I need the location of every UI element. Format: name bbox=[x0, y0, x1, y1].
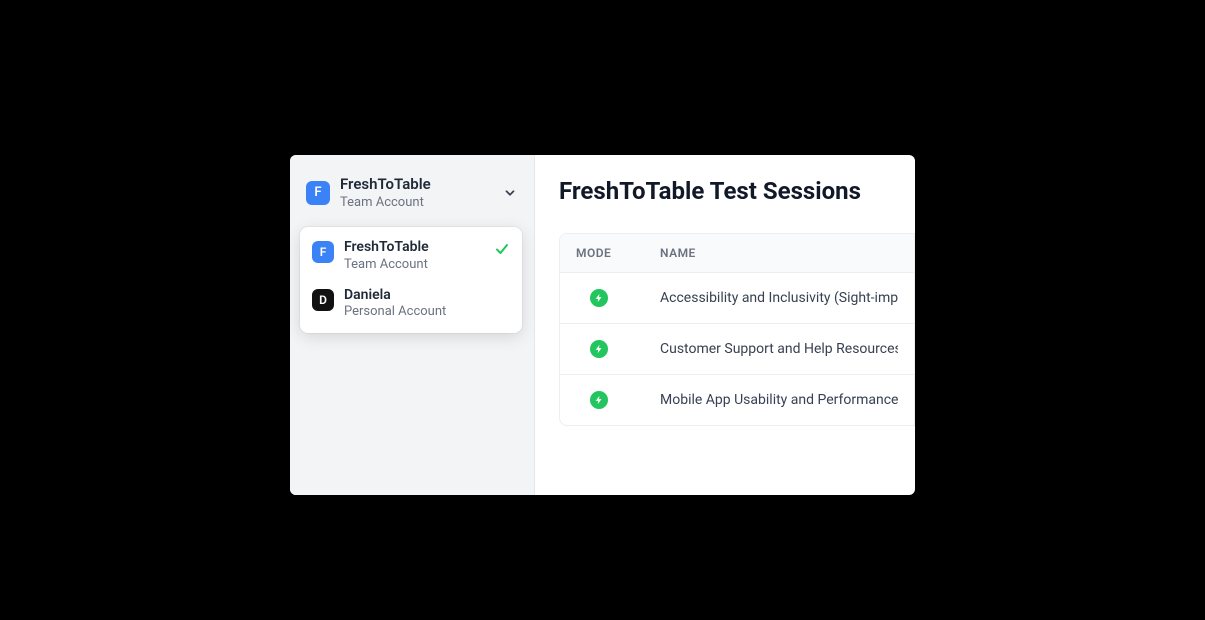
app-window: F FreshToTable Team Account F FreshToTab… bbox=[290, 155, 915, 495]
bolt-icon bbox=[590, 391, 608, 409]
avatar-letter: F bbox=[320, 245, 327, 259]
mode-cell bbox=[576, 340, 660, 358]
account-option-subtitle: Personal Account bbox=[344, 304, 510, 320]
check-icon bbox=[494, 241, 510, 257]
account-option-subtitle: Team Account bbox=[344, 257, 484, 273]
column-header-mode: MODE bbox=[576, 246, 660, 260]
account-dropdown: F FreshToTable Team Account D Daniela Pe… bbox=[300, 227, 522, 333]
account-option-name: FreshToTable bbox=[344, 239, 484, 257]
account-option-avatar: F bbox=[312, 241, 334, 263]
session-name: Accessibility and Inclusivity (Sight-imp… bbox=[660, 290, 898, 306]
main-content: FreshToTable Test Sessions MODE NAME Acc… bbox=[535, 155, 915, 495]
sessions-table: MODE NAME Accessibility and Inclusivity … bbox=[559, 233, 915, 426]
account-avatar: F bbox=[306, 181, 330, 205]
account-name: FreshToTable bbox=[340, 175, 492, 193]
table-row[interactable]: Customer Support and Help Resources bbox=[560, 323, 914, 374]
table-row[interactable]: Mobile App Usability and Performance bbox=[560, 374, 914, 425]
avatar-letter: D bbox=[319, 293, 327, 307]
account-option-text: FreshToTable Team Account bbox=[344, 239, 484, 273]
column-header-name: NAME bbox=[660, 246, 898, 260]
account-subtitle: Team Account bbox=[340, 195, 492, 211]
account-option-freshtotable[interactable]: F FreshToTable Team Account bbox=[306, 233, 516, 279]
chevron-down-icon bbox=[502, 185, 518, 201]
table-row[interactable]: Accessibility and Inclusivity (Sight-imp… bbox=[560, 272, 914, 323]
session-name: Customer Support and Help Resources bbox=[660, 341, 898, 357]
mode-cell bbox=[576, 289, 660, 307]
account-option-text: Daniela Personal Account bbox=[344, 287, 510, 321]
page-title: FreshToTable Test Sessions bbox=[559, 177, 915, 205]
account-option-name: Daniela bbox=[344, 287, 510, 305]
account-text: FreshToTable Team Account bbox=[340, 175, 492, 211]
bolt-icon bbox=[590, 289, 608, 307]
mode-cell bbox=[576, 391, 660, 409]
sidebar: F FreshToTable Team Account F FreshToTab… bbox=[290, 155, 535, 495]
bolt-icon bbox=[590, 340, 608, 358]
account-option-daniela[interactable]: D Daniela Personal Account bbox=[306, 281, 516, 327]
account-switcher[interactable]: F FreshToTable Team Account bbox=[302, 169, 522, 215]
session-name: Mobile App Usability and Performance bbox=[660, 392, 898, 408]
avatar-letter: F bbox=[314, 185, 321, 200]
account-option-avatar: D bbox=[312, 289, 334, 311]
table-header: MODE NAME bbox=[560, 234, 914, 272]
